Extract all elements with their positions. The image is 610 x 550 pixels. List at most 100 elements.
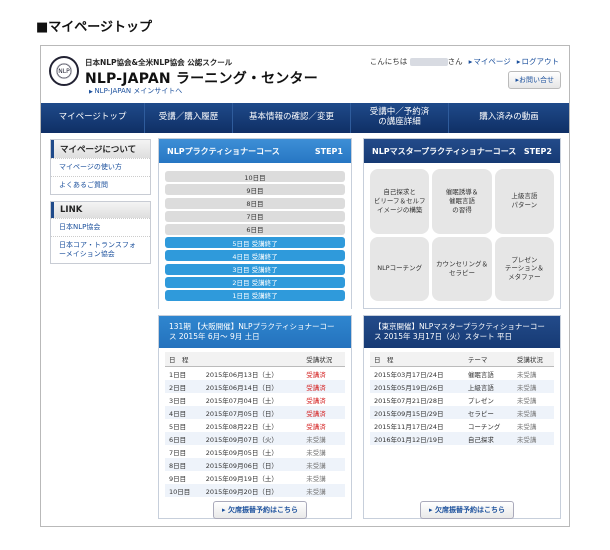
schedule2-status: 未受講 (516, 396, 537, 405)
schedule1-day: 4日目 (165, 406, 202, 420)
schedule2-status: 未受講 (512, 406, 554, 420)
course1-step-done: 1日目 受講終了 (165, 289, 345, 301)
username-redacted (409, 58, 448, 66)
schedule1-status: 受講済 (306, 422, 326, 431)
sidebar-link-howto[interactable]: マイページの使い方 (51, 158, 150, 176)
course1-progress: 10日目 9日目 8日目 7日目 6日目 5日目 受講終了 4日目 受講終了 3日目 受講終了… (159, 163, 351, 310)
schedule2-title: 【東京開催】NLPマスタープラクティショナーコース 2015年 3月17日（火）… (364, 316, 560, 349)
course2-card: NLPマスタープラクティショナーコース STEP2 自己探求と ビリーフ＆セルフ… (363, 138, 561, 309)
schedule1-row: 7日目 2015年09月05日（土） 未受講 (165, 445, 345, 458)
logo-text: NLP (58, 67, 70, 75)
course1-title: NLPプラクティショナーコース (167, 146, 280, 156)
schedule1-row: 10日目 2015年09月20日（日） 未受講 (165, 484, 345, 498)
schedule1-day: 8日目 (165, 458, 202, 472)
schedule2-row: 2016年01月12日/19日 自己探求 未受講 (370, 432, 554, 446)
nav-profile[interactable]: 基本情報の確認／変更 (233, 103, 351, 133)
contact-button[interactable]: お問い合せ (508, 71, 561, 89)
mypage-frame: NLP 日本NLP協会&全米NLP協会 公認スクール NLP-JAPAN ラーニ… (40, 45, 570, 527)
greeting-prefix: こんにちは (369, 57, 408, 66)
nav-purchased-videos[interactable]: 購入済みの動画 (449, 103, 569, 133)
course2-puzzle: 自己探求と ビリーフ＆セルフ イメージの構築 催眠誘導＆ 催眠言語 の習得 上級言語… (370, 169, 554, 301)
schedule2-date: 2015年11月17日/24日 (374, 422, 444, 431)
course2-puzzle-piece: NLPコーチング (370, 236, 430, 301)
schedule1-date: 2015年06月13日（土） (205, 370, 278, 379)
schedule1-status: 未受講 (306, 474, 326, 483)
user-greeting: こんにちは さん マイページ ログアウト (370, 56, 559, 67)
course1-step-done: 3日目 受講終了 (165, 263, 345, 275)
course1-step-done: 4日目 受講終了 (165, 250, 345, 262)
schedule2-row: 2015年05月19日/26日 上級言語 未受講 (370, 380, 554, 394)
course1-step-pending: 8日目 (165, 197, 345, 209)
schedule2-table: 日 程 テーマ 受講状況 2015年03月17日/24日 催眠言語 未受講 2015年… (370, 352, 554, 446)
schedule1-date: 2015年08月22日（土） (205, 422, 278, 431)
schedule1-col-status: 受講状況 (302, 352, 345, 368)
schedule1-day: 7日目 (169, 448, 187, 457)
schedule2-row: 2015年03月17日/24日 催眠言語 未受講 (370, 367, 554, 381)
sidebar: マイページについて マイページの使い方 よくあるご質問 LINK 日本NLP協会… (50, 139, 151, 270)
sidebar-link-faq[interactable]: よくあるご質問 (51, 176, 150, 194)
schedule1-table: 日 程 受講状況 1日目 2015年06月13日（土） 受講済 2日目 2015年06月… (165, 352, 345, 498)
org-name: 日本NLP協会&全米NLP協会 公認スクール (85, 58, 233, 67)
schedule2-status: 未受講 (516, 422, 537, 431)
sidebar-links-title: LINK (51, 202, 150, 219)
schedule1-row: 4日目 2015年07月05日（日） 受講済 (165, 406, 345, 420)
schedule2-theme: セラピー (463, 406, 513, 420)
schedule1-row: 2日目 2015年06月14日（日） 受講済 (165, 380, 345, 394)
course2-title: NLPマスタープラクティショナーコース (372, 146, 517, 156)
schedule1-day: 1日目 (169, 370, 187, 379)
course2-step: STEP2 (523, 146, 552, 156)
schedule2-row: 2015年07月21日/28日 プレゼン 未受講 (370, 393, 554, 406)
schedule1-date: 2015年09月20日（日） (201, 484, 303, 498)
nav-history[interactable]: 受講／購入履歴 (145, 103, 233, 133)
schedule2-col-theme: テーマ (463, 352, 513, 368)
schedule2-status: 未受講 (516, 370, 537, 379)
course1-header: NLPプラクティショナーコース STEP1 (159, 139, 351, 163)
schedule1-day: 2日目 (165, 380, 202, 394)
schedule1-row: 6日目 2015年09月07日（火） 未受講 (165, 432, 345, 446)
sidebar-link-core-transformation[interactable]: 日本コア・トランスフォーメイション協会 (51, 236, 150, 263)
schedule2-row: 2015年09月15日/29日 セラピー 未受講 (370, 406, 554, 420)
schedule1-date: 2015年07月05日（日） (201, 406, 303, 420)
schedule2-theme: 催眠言語 (467, 370, 494, 379)
schedule2-theme: 自己探求 (463, 432, 513, 446)
page-heading: ■マイページトップ (36, 20, 153, 35)
schedule1-row: 1日目 2015年06月13日（土） 受講済 (165, 367, 345, 381)
schedule1-day: 10日目 (165, 484, 202, 498)
schedule2-date: 2015年07月21日/28日 (374, 396, 444, 405)
schedule1-date: 2015年09月07日（火） (201, 432, 303, 446)
sidebar-box-links: LINK 日本NLP協会 日本コア・トランスフォーメイション協会 (50, 201, 151, 265)
sidebar-link-nlp-association[interactable]: 日本NLP協会 (51, 218, 150, 236)
schedule2-col-date: 日 程 (370, 352, 464, 368)
course1-step-done: 5日目 受講終了 (165, 237, 345, 249)
schedule1-date: 2015年09月06日（日） (201, 458, 303, 472)
mainsite-link[interactable]: NLP-JAPAN メインサイトへ (89, 86, 182, 96)
course2-puzzle-piece: プレゼン テーション＆ メタファー (494, 236, 554, 301)
site-header: NLP 日本NLP協会&全米NLP協会 公認スクール NLP-JAPAN ラーニ… (41, 46, 569, 103)
schedule1-date: 2015年06月14日（日） (201, 380, 303, 394)
schedule1-row: 9日目 2015年09月19日（土） 未受講 (165, 471, 345, 484)
schedule2-theme: プレゼン (467, 396, 494, 405)
nav-mypage-top[interactable]: マイページトップ (41, 103, 145, 133)
brand-title[interactable]: NLP-JAPAN ラーニング・センター (85, 68, 318, 88)
schedule1-status: 受講済 (302, 406, 345, 420)
course2-header: NLPマスタープラクティショナーコース STEP2 (364, 139, 560, 163)
schedule1-status: 受講済 (306, 396, 326, 405)
course1-step-pending: 6日目 (165, 223, 345, 235)
schedule2-date: 2015年03月17日/24日 (374, 370, 444, 379)
schedule1-status: 未受講 (302, 458, 345, 472)
course2-puzzle-piece: 催眠誘導＆ 催眠言語 の習得 (432, 169, 492, 234)
schedule2-makeup-button[interactable]: 欠席振替予約はこちら (420, 501, 514, 519)
mypage-link[interactable]: マイページ (469, 56, 510, 67)
nav-course-details[interactable]: 受講中／予約済の講座詳細 (351, 103, 449, 133)
schedule1-status: 未受講 (306, 448, 326, 457)
schedule1-status: 未受講 (302, 484, 345, 498)
schedule2-row: 2015年11月17日/24日 コーチング 未受講 (370, 419, 554, 432)
course1-card: NLPプラクティショナーコース STEP1 10日目 9日目 8日目 7日目 6日目 5日… (158, 138, 352, 310)
schedule1-makeup-button[interactable]: 欠席振替予約はこちら (213, 501, 307, 519)
schedule1-date: 2015年09月05日（土） (205, 448, 278, 457)
logout-link[interactable]: ログアウト (517, 56, 560, 67)
sidebar-about-title: マイページについて (51, 140, 150, 158)
course1-step-pending: 10日目 (165, 171, 345, 183)
schedule2-date: 2015年05月19日/26日 (370, 380, 464, 394)
schedule2-theme: コーチング (467, 422, 501, 431)
